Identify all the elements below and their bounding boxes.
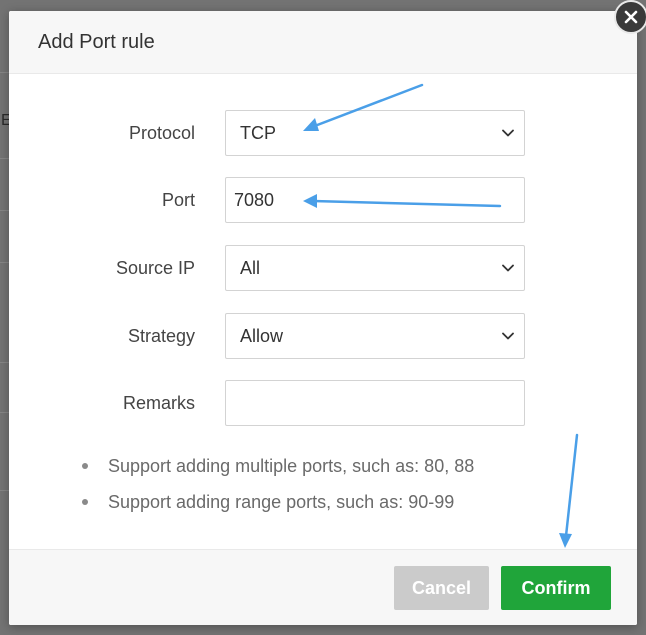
chevron-down-icon [502, 264, 514, 272]
port-row: Port 7080 [9, 177, 637, 223]
dialog-footer: Cancel Confirm [9, 549, 637, 625]
add-port-rule-dialog: Add Port rule Protocol TCP Port 7080 Sou… [9, 11, 637, 625]
remarks-label: Remarks [122, 393, 195, 413]
strategy-label: Strategy [127, 326, 195, 346]
strategy-row: Strategy Allow [9, 313, 637, 359]
protocol-row: Protocol TCP [9, 110, 637, 156]
strategy-value: Allow [240, 326, 284, 346]
help-notes: Support adding multiple ports, such as: … [79, 454, 474, 526]
port-value: 7080 [234, 190, 275, 210]
strategy-select[interactable]: Allow [225, 313, 525, 359]
remarks-row: Remarks [9, 380, 637, 426]
bullet-icon [82, 499, 88, 505]
note-text: Support adding multiple ports, such as: … [108, 456, 475, 476]
bullet-icon [82, 463, 88, 469]
chevron-down-icon [502, 332, 514, 340]
source-ip-row: Source IP All [9, 245, 637, 291]
source-ip-value: All [240, 258, 261, 278]
dialog-header: Add Port rule [9, 11, 637, 74]
list-item: Support adding range ports, such as: 90-… [79, 490, 474, 526]
protocol-select[interactable]: TCP [225, 110, 525, 156]
cancel-button[interactable]: Cancel [394, 566, 489, 610]
close-icon [624, 10, 638, 24]
port-label: Port [161, 190, 195, 210]
remarks-input[interactable] [225, 380, 525, 426]
close-button[interactable] [614, 0, 646, 34]
dialog-title: Add Port rule [38, 30, 155, 53]
chevron-down-icon [502, 129, 514, 137]
list-item: Support adding multiple ports, such as: … [79, 454, 474, 490]
source-ip-label: Source IP [115, 258, 195, 278]
confirm-button[interactable]: Confirm [501, 566, 611, 610]
port-input[interactable]: 7080 [225, 177, 525, 223]
protocol-value: TCP [240, 123, 276, 143]
protocol-label: Protocol [128, 123, 195, 143]
note-text: Support adding range ports, such as: 90-… [108, 492, 455, 512]
source-ip-select[interactable]: All [225, 245, 525, 291]
